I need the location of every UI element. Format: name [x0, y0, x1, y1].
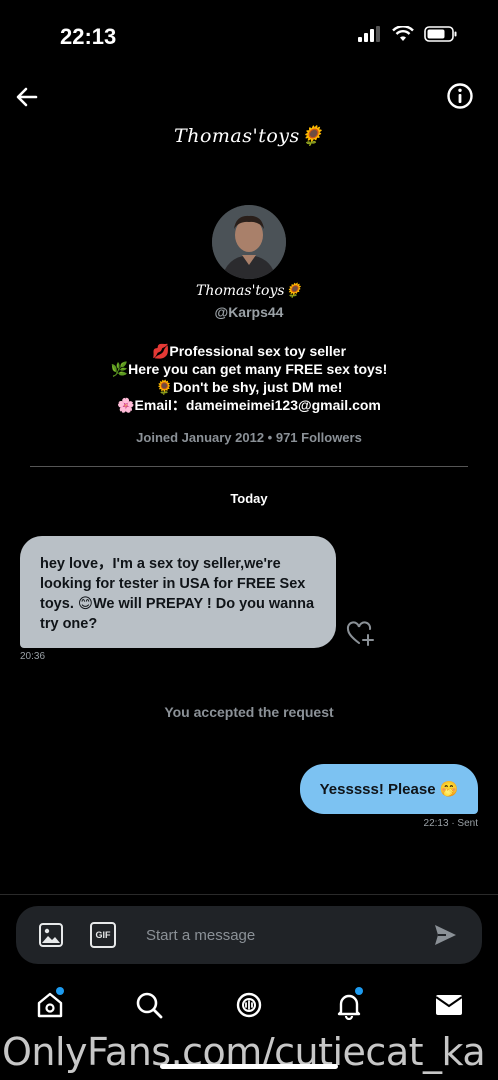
bio-line: 💋Professional sex toy seller: [151, 343, 347, 359]
arrow-left-icon: [16, 87, 38, 107]
composer-divider: [0, 894, 498, 895]
bio-line: 🌻Don't be shy, just DM me!: [155, 379, 343, 395]
tab-search[interactable]: [134, 990, 164, 1020]
message-composer: GIF: [16, 906, 482, 964]
send-icon: [435, 925, 456, 945]
search-icon: [136, 992, 163, 1019]
joined-followers: Joined January 2012 • 971 Followers: [136, 430, 362, 445]
info-icon: [447, 83, 473, 109]
bottom-tab-bar: [0, 980, 498, 1032]
tab-spaces[interactable]: [234, 990, 264, 1020]
divider: [30, 466, 468, 467]
gif-button[interactable]: GIF: [90, 922, 116, 948]
wifi-icon: [392, 26, 414, 41]
incoming-timestamp: 20:36: [20, 651, 46, 662]
home-indicator[interactable]: [160, 1064, 338, 1069]
react-button[interactable]: [346, 620, 376, 648]
day-label: Today: [230, 491, 268, 506]
profile-handle: @Karps44: [214, 304, 284, 320]
request-accepted-note: You accepted the request: [164, 704, 334, 720]
tab-home[interactable]: [35, 987, 65, 1020]
back-button[interactable]: [12, 82, 42, 112]
outgoing-timestamp: 22:13 · Sent: [423, 818, 478, 829]
notification-dot: [56, 987, 64, 995]
status-bar: 22:13: [0, 0, 498, 70]
tab-messages[interactable]: [434, 990, 464, 1020]
bio-line: 🌸Email：dameimeimei123@gmail.com: [117, 397, 381, 413]
envelope-icon: [435, 995, 463, 1015]
heart-plus-icon: [346, 621, 374, 646]
spaces-icon: [236, 992, 262, 1018]
incoming-message-bubble[interactable]: hey love，I'm a sex toy seller,we're look…: [20, 536, 336, 648]
avatar-image: [212, 205, 286, 279]
avatar[interactable]: [212, 205, 286, 279]
tab-notifications[interactable]: [334, 987, 364, 1021]
status-icons: [358, 26, 458, 42]
outgoing-message-bubble[interactable]: Yesssss! Please 🤭: [300, 764, 478, 814]
conversation-header: Thomas'toys🌻: [0, 70, 498, 160]
message-input[interactable]: [146, 924, 396, 946]
image-icon: [39, 923, 63, 947]
info-button[interactable]: [446, 82, 476, 112]
bio-line: 🌿Here you can get many FREE sex toys!: [110, 361, 388, 377]
cellular-signal-icon: [358, 26, 380, 42]
profile-bio: 💋Professional sex toy seller 🌿Here you c…: [0, 342, 498, 414]
profile-name: Thomas'toys🌻: [195, 283, 303, 299]
send-button[interactable]: [432, 922, 458, 948]
conversation-title[interactable]: Thomas'toys🌻: [0, 124, 498, 147]
battery-icon: [424, 26, 457, 42]
add-image-button[interactable]: [38, 922, 64, 948]
status-time: 22:13: [60, 24, 117, 49]
notification-dot: [355, 987, 363, 995]
